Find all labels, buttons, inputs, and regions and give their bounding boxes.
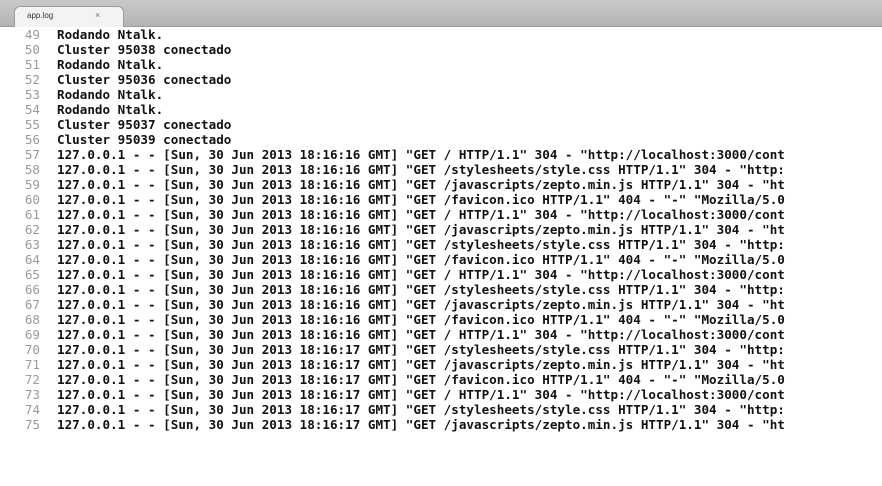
line-text: 127.0.0.1 - - [Sun, 30 Jun 2013 18:16:16… (57, 267, 785, 282)
line-text: 127.0.0.1 - - [Sun, 30 Jun 2013 18:16:17… (57, 402, 785, 417)
line-number: 66 (24, 282, 40, 297)
line-number: 55 (24, 117, 40, 132)
line-number: 56 (24, 132, 40, 147)
line-number: 60 (24, 192, 40, 207)
line-text: 127.0.0.1 - - [Sun, 30 Jun 2013 18:16:16… (57, 207, 785, 222)
line-number: 50 (24, 42, 40, 57)
line-number: 67 (24, 297, 40, 312)
line-text: Cluster 95039 conectado (57, 132, 232, 147)
line-number: 74 (24, 402, 40, 417)
line-text: 127.0.0.1 - - [Sun, 30 Jun 2013 18:16:16… (57, 147, 785, 162)
line-number: 54 (24, 102, 40, 117)
line-text: Cluster 95037 conectado (57, 117, 232, 132)
line-number: 71 (24, 357, 40, 372)
line-text: 127.0.0.1 - - [Sun, 30 Jun 2013 18:16:17… (57, 357, 785, 372)
tab-app-log[interactable]: app.log × (14, 6, 124, 27)
line-number: 52 (24, 72, 40, 87)
line-number: 49 (24, 27, 40, 42)
text-editor[interactable]: 49 Rodando Ntalk. 50 Cluster 95038 conectad… (0, 27, 882, 486)
line-text: Rodando Ntalk. (57, 57, 164, 72)
line-text: Rodando Ntalk. (57, 87, 164, 102)
line-text: 127.0.0.1 - - [Sun, 30 Jun 2013 18:16:16… (57, 297, 785, 312)
line-number: 64 (24, 252, 40, 267)
line-number: 70 (24, 342, 40, 357)
line-number: 61 (24, 207, 40, 222)
line-number: 68 (24, 312, 40, 327)
line-number: 59 (24, 177, 40, 192)
line-text: 127.0.0.1 - - [Sun, 30 Jun 2013 18:16:16… (57, 252, 785, 267)
editor-window: app.log × 49 Rodando Ntalk. 50 Cluster 9503… (0, 0, 882, 486)
line-number: 69 (24, 327, 40, 342)
tab-bar: app.log × (0, 0, 882, 27)
line-number: 51 (24, 57, 40, 72)
line-text: Cluster 95038 conectado (57, 42, 232, 57)
line-text: 127.0.0.1 - - [Sun, 30 Jun 2013 18:16:16… (57, 327, 785, 342)
tab-title: app.log (27, 11, 54, 20)
line-text: Rodando Ntalk. (57, 27, 164, 42)
line-text: 127.0.0.1 - - [Sun, 30 Jun 2013 18:16:16… (57, 192, 785, 207)
line-text: 127.0.0.1 - - [Sun, 30 Jun 2013 18:16:17… (57, 342, 785, 357)
line-text: 127.0.0.1 - - [Sun, 30 Jun 2013 18:16:16… (57, 312, 785, 327)
line-text: Rodando Ntalk. (57, 102, 164, 117)
line-text: Cluster 95036 conectado (57, 72, 232, 87)
line-number: 73 (24, 387, 40, 402)
line-text: 127.0.0.1 - - [Sun, 30 Jun 2013 18:16:16… (57, 177, 785, 192)
line-text: 127.0.0.1 - - [Sun, 30 Jun 2013 18:16:17… (57, 387, 785, 402)
line-number: 57 (24, 147, 40, 162)
line-text: 127.0.0.1 - - [Sun, 30 Jun 2013 18:16:16… (57, 282, 785, 297)
line-number: 72 (24, 372, 40, 387)
line-text: 127.0.0.1 - - [Sun, 30 Jun 2013 18:16:16… (57, 222, 785, 237)
line-number: 65 (24, 267, 40, 282)
line-number: 53 (24, 87, 40, 102)
tab-close-icon[interactable]: × (95, 10, 100, 20)
line-text: 127.0.0.1 - - [Sun, 30 Jun 2013 18:16:16… (57, 162, 785, 177)
line-text: 127.0.0.1 - - [Sun, 30 Jun 2013 18:16:16… (57, 237, 785, 252)
line-text: 127.0.0.1 - - [Sun, 30 Jun 2013 18:16:17… (57, 372, 785, 387)
line-number: 63 (24, 237, 40, 252)
line-number: 62 (24, 222, 40, 237)
line-number: 58 (24, 162, 40, 177)
line-text: 127.0.0.1 - - [Sun, 30 Jun 2013 18:16:17… (57, 417, 785, 432)
line-number: 75 (24, 417, 40, 432)
